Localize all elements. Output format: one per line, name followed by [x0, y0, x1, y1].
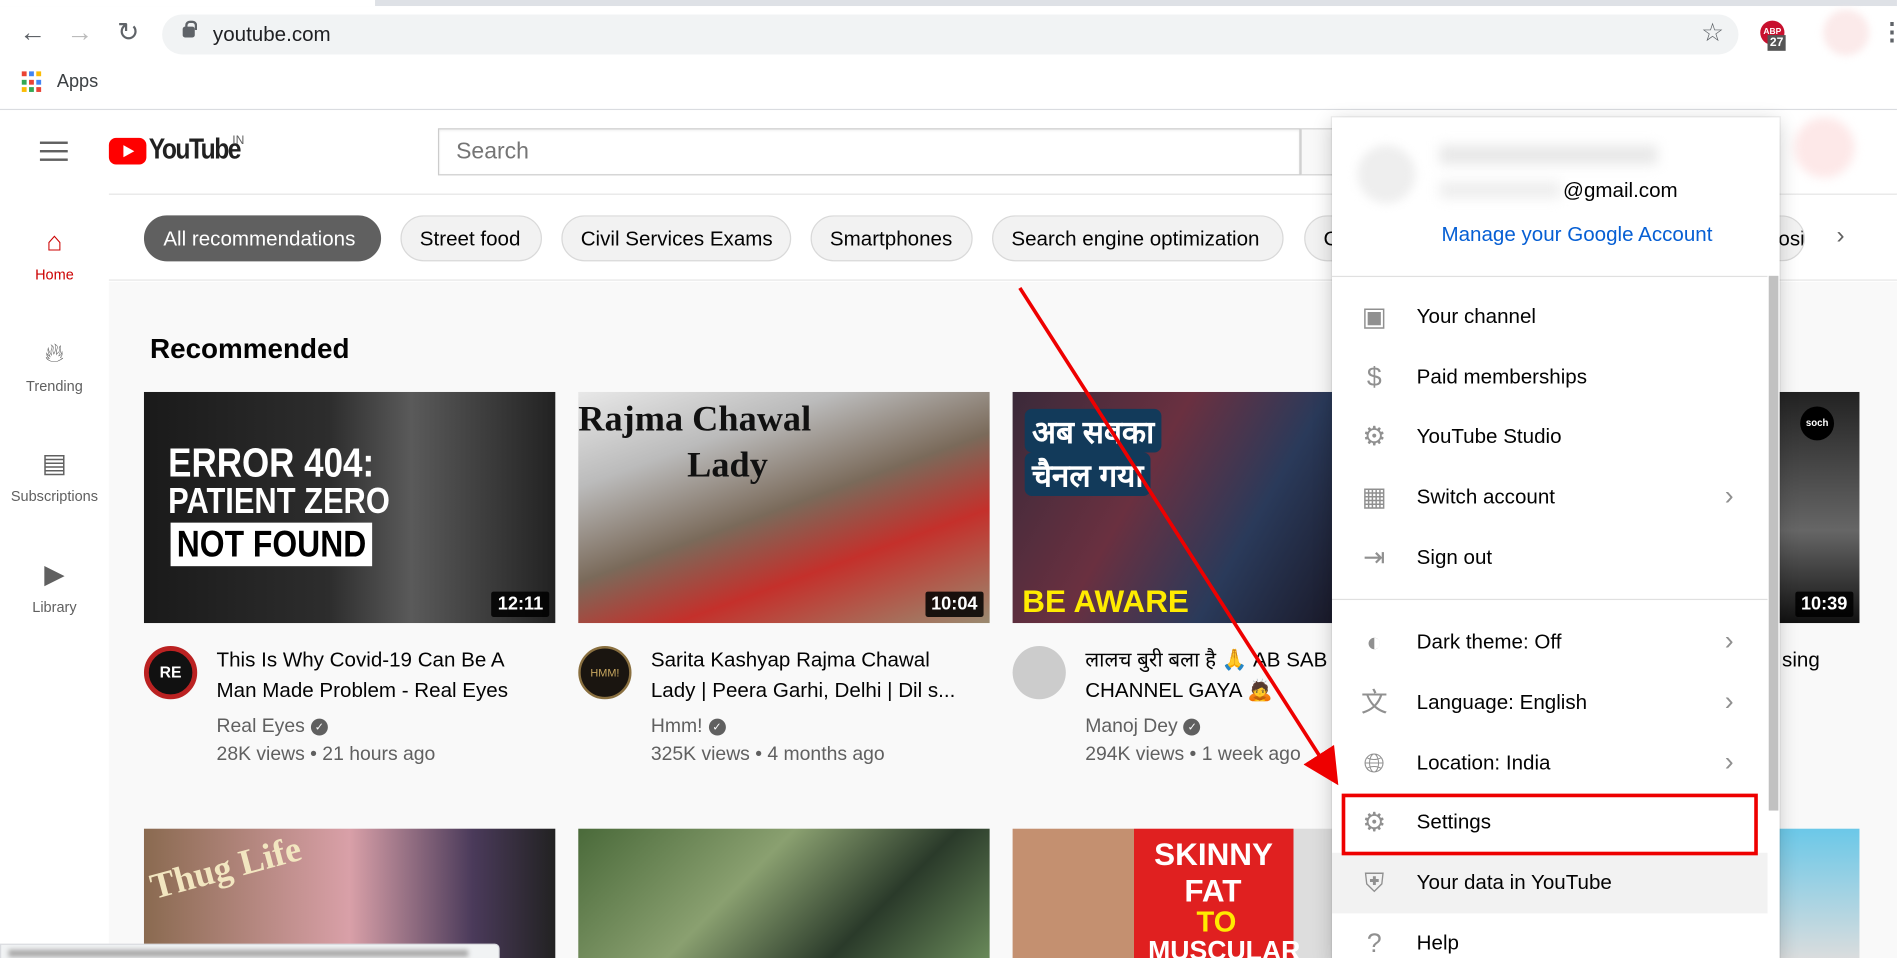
status-bar [0, 943, 500, 958]
screen: ← → ↻ youtube.com ☆ ABP27 ⋮ Apps YouTube… [0, 0, 1897, 958]
annotation-arrow [1018, 286, 1339, 786]
